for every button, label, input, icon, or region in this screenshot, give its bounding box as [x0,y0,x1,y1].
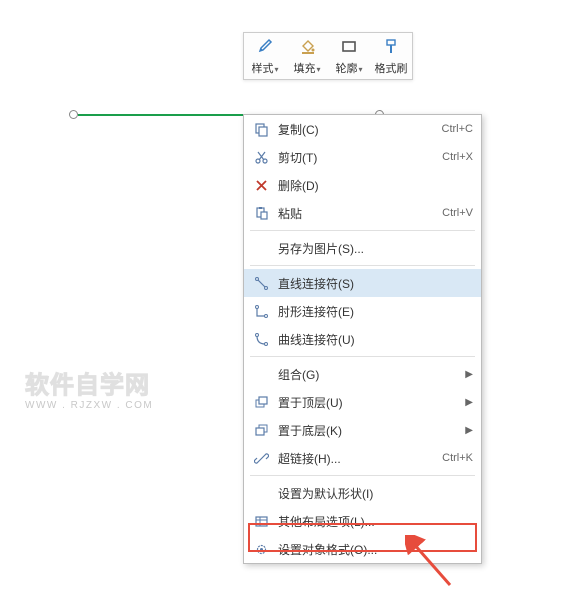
scissors-icon [250,147,272,167]
format-object-icon [250,539,272,559]
menu-more-layout[interactable]: 其他布局选项(L)... [244,507,481,535]
blank-icon [250,364,272,384]
line-handle-left[interactable] [69,110,78,119]
menu-shortcut: Ctrl+X [442,151,473,163]
context-menu: 复制(C) Ctrl+C 剪切(T) Ctrl+X 删除(D) 粘贴 Ctrl+… [243,114,482,564]
mini-toolbar: 样式▾ 填充▾ 轮廓▾ 格式刷 [243,32,413,80]
outline-button[interactable]: 轮廓▾ [328,33,370,79]
menu-separator [250,265,475,266]
menu-label: 设置为默认形状(I) [278,485,473,502]
fill-label: 填充 [293,63,315,75]
menu-shortcut: Ctrl+V [442,207,473,219]
menu-bring-to-front[interactable]: 置于顶层(U) ▶ [244,388,481,416]
menu-paste[interactable]: 粘贴 Ctrl+V [244,199,481,227]
menu-label: 置于顶层(U) [278,394,461,411]
format-painter-icon [381,35,401,59]
menu-label: 肘形连接符(E) [278,303,473,320]
menu-cut[interactable]: 剪切(T) Ctrl+X [244,143,481,171]
menu-curved-connector[interactable]: 曲线连接符(U) [244,325,481,353]
menu-hyperlink[interactable]: 超链接(H)... Ctrl+K [244,444,481,472]
brush-icon [255,35,275,59]
format-painter-label: 格式刷 [375,60,408,76]
copy-icon [250,119,272,139]
watermark-main: 软件自学网 [25,365,153,400]
send-back-icon [250,420,272,440]
curved-connector-icon [250,329,272,349]
outline-label: 轮廓 [335,63,357,75]
menu-format-object[interactable]: 设置对象格式(O)... [244,535,481,563]
menu-delete[interactable]: 删除(D) [244,171,481,199]
layout-icon [250,511,272,531]
menu-label: 删除(D) [278,177,473,194]
menu-label: 其他布局选项(L)... [278,513,473,530]
chevron-down-icon: ▾ [358,65,362,74]
menu-send-to-back[interactable]: 置于底层(K) ▶ [244,416,481,444]
bucket-icon [297,35,317,59]
menu-shortcut: Ctrl+K [442,452,473,464]
paste-icon [250,203,272,223]
menu-label: 复制(C) [278,121,442,138]
menu-copy[interactable]: 复制(C) Ctrl+C [244,115,481,143]
hyperlink-icon [250,448,272,468]
watermark-sub: WWW . RJZXW . COM [25,400,153,411]
style-label: 样式 [251,63,273,75]
blank-icon [250,483,272,503]
style-button[interactable]: 样式▾ [244,33,286,79]
menu-group[interactable]: 组合(G) ▶ [244,360,481,388]
format-painter-button[interactable]: 格式刷 [370,33,412,79]
menu-shortcut: Ctrl+C [442,123,473,135]
watermark: 软件自学网 WWW . RJZXW . COM [25,365,153,411]
menu-label: 直线连接符(S) [278,275,473,292]
menu-save-as-image[interactable]: 另存为图片(S)... [244,234,481,262]
blank-icon [250,238,272,258]
menu-label: 超链接(H)... [278,450,442,467]
menu-separator [250,230,475,231]
menu-separator [250,356,475,357]
delete-icon [250,175,272,195]
menu-label: 曲线连接符(U) [278,331,473,348]
menu-label: 粘贴 [278,205,442,222]
menu-straight-connector[interactable]: 直线连接符(S) [244,269,481,297]
chevron-right-icon: ▶ [465,397,473,408]
menu-set-default-shape[interactable]: 设置为默认形状(I) [244,479,481,507]
menu-separator [250,475,475,476]
menu-label: 置于底层(K) [278,422,461,439]
menu-label: 组合(G) [278,366,461,383]
chevron-right-icon: ▶ [465,369,473,380]
chevron-down-icon: ▾ [274,65,278,74]
chevron-down-icon: ▾ [316,65,320,74]
outline-icon [339,35,359,59]
menu-label: 另存为图片(S)... [278,240,473,257]
menu-label: 设置对象格式(O)... [278,541,473,558]
bring-front-icon [250,392,272,412]
menu-label: 剪切(T) [278,149,442,166]
chevron-right-icon: ▶ [465,425,473,436]
menu-elbow-connector[interactable]: 肘形连接符(E) [244,297,481,325]
elbow-connector-icon [250,301,272,321]
fill-button[interactable]: 填充▾ [286,33,328,79]
straight-connector-icon [250,273,272,293]
